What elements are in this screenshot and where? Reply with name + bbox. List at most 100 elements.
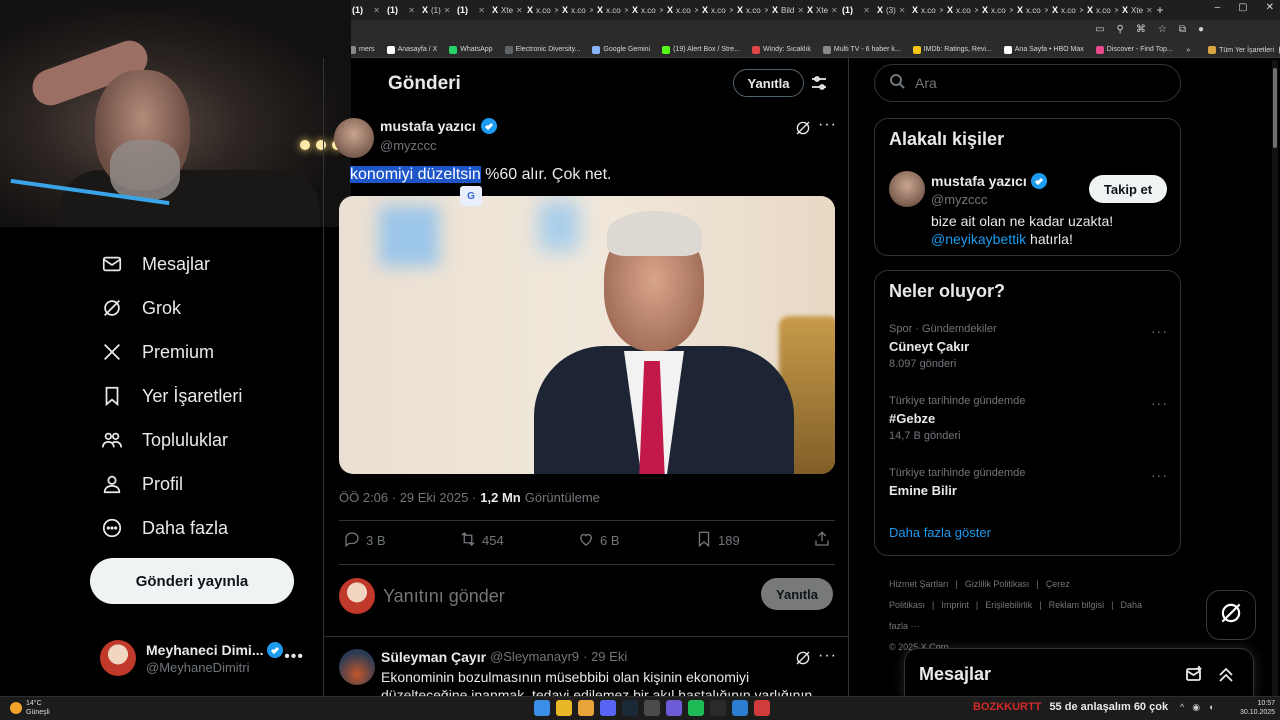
volume-icon[interactable]: ◖ [1208, 702, 1213, 713]
search-box[interactable] [874, 64, 1181, 102]
browser-tab[interactable]: X (1) ✕ [418, 0, 453, 20]
steam-icon[interactable] [622, 700, 638, 716]
bookmark-item[interactable]: Multi TV - 6 haber k... [822, 45, 901, 54]
share-action[interactable] [813, 530, 831, 551]
start-icon[interactable] [534, 700, 550, 716]
page-scrollbar[interactable] [1272, 60, 1278, 696]
tab-close-icon[interactable]: ✕ [516, 6, 523, 15]
follow-button[interactable]: Takip et [1089, 175, 1167, 203]
browser-tab[interactable]: Xx.co ✕ [663, 0, 698, 20]
tab-close-icon[interactable]: ✕ [478, 6, 485, 15]
translate-icon[interactable]: G [460, 186, 482, 206]
grok-floating-button[interactable] [1206, 590, 1256, 640]
network-icon[interactable]: ◉ [1192, 702, 1200, 713]
grok-explain-icon[interactable] [794, 649, 812, 667]
browser-tab[interactable]: Xx.co ✕ [1013, 0, 1048, 20]
bookmark-item[interactable]: Ana Sayfa • HBO Max [1003, 45, 1084, 54]
tab-close-icon[interactable]: ✕ [444, 6, 451, 15]
browser-tab[interactable]: Xx.co ✕ [523, 0, 558, 20]
bookmark-item[interactable]: WhatsApp [449, 45, 493, 54]
chrome-icon[interactable] [556, 700, 572, 716]
weather-widget[interactable]: 14°C Güneşli [10, 699, 50, 717]
show-more-link[interactable]: Daha fazla göster [889, 525, 991, 540]
bookmarks-overflow-button[interactable]: » [1186, 47, 1190, 54]
app-icon[interactable] [644, 700, 660, 716]
account-switcher[interactable]: Meyhaneci Dimi... @MeyhaneDimitri ••• [100, 636, 310, 680]
messages-drawer[interactable]: Mesajlar [904, 648, 1254, 698]
like-action[interactable]: 6 B [577, 530, 620, 551]
bio-link[interactable]: @neyikaybettik [931, 231, 1026, 247]
browser-tab[interactable]: (1) ✕ [383, 0, 418, 20]
post-author-avatar[interactable] [334, 118, 374, 158]
reply-submit-button[interactable]: Yanıtla [761, 578, 833, 610]
browser-tab[interactable]: X Xte ✕ [1118, 0, 1153, 20]
post-author-name-row[interactable]: mustafa yazıcı [380, 118, 497, 134]
browser-tab[interactable]: Xx.co ✕ [908, 0, 943, 20]
footer-link[interactable]: Imprint [941, 600, 969, 610]
app-icon[interactable] [666, 700, 682, 716]
related-person-handle[interactable]: @myzccc [931, 192, 988, 207]
tab-close-icon[interactable]: ✕ [899, 6, 906, 15]
trend-more-button[interactable]: ··· [1151, 395, 1168, 411]
trend-more-button[interactable]: ··· [1151, 323, 1168, 339]
browser-tab[interactable]: X Xte ✕ [803, 0, 838, 20]
browser-tab[interactable]: Xx.co ✕ [1083, 0, 1118, 20]
reply-input[interactable] [383, 586, 733, 607]
reply-more-button[interactable]: ··· [818, 647, 837, 665]
nav-item-grok[interactable]: Grok [100, 296, 181, 320]
bookmark-item[interactable]: Discover - Find Top... [1095, 45, 1173, 54]
reply-pill-button[interactable]: Yanıtla [733, 69, 804, 97]
footer-link[interactable]: Reklam bilgisi [1049, 600, 1105, 610]
spotify-icon[interactable] [688, 700, 704, 716]
post-author-handle[interactable]: @myzccc [380, 138, 497, 153]
clock[interactable]: 10:57 30.10.2025 [1240, 699, 1275, 717]
profile-icon[interactable]: ● [1198, 24, 1204, 35]
maximize-icon[interactable]: ▢ [1238, 2, 1247, 13]
tab-close-icon[interactable]: ✕ [831, 6, 838, 15]
bookmark-item[interactable]: Anasayfa / X [386, 45, 437, 54]
bookmark-action[interactable]: 189 [695, 530, 740, 551]
zoom-icon[interactable]: ⚲ [1117, 24, 1124, 35]
browser-tab[interactable]: Xx.co ✕ [698, 0, 733, 20]
related-person-name-row[interactable]: mustafa yazıcı [931, 173, 1047, 189]
bookmark-item[interactable]: (19) Alert Box / Stre... [662, 45, 740, 54]
extensions-icon[interactable]: ⧉ [1179, 24, 1186, 35]
browser-tab[interactable]: X Xte ✕ [488, 0, 523, 20]
account-more-button[interactable]: ••• [284, 648, 304, 666]
reply-tweet[interactable]: Süleyman Çayır @Sleymanayr9 · 29 Eki ···… [324, 636, 848, 696]
browser-tab[interactable]: Xx.co ✕ [943, 0, 978, 20]
trend-item[interactable]: Türkiye tarihinde gündemde Emine Bilir [889, 467, 1025, 498]
new-message-icon[interactable] [1185, 665, 1203, 683]
browser-tab[interactable]: (1) ✕ [348, 0, 383, 20]
app-icon[interactable] [710, 700, 726, 716]
bookmark-item[interactable]: mers [348, 45, 375, 54]
new-tab-button[interactable]: + [1153, 3, 1167, 17]
browser-tab[interactable]: Xx.co ✕ [628, 0, 663, 20]
nav-item-communities[interactable]: Topluluklar [100, 428, 228, 452]
repost-action[interactable]: 454 [459, 530, 504, 551]
post-image[interactable] [339, 196, 835, 474]
nav-item-messages[interactable]: Mesajlar [100, 252, 210, 276]
translate-icon[interactable]: ⌘ [1136, 24, 1146, 35]
close-icon[interactable]: ✕ [1266, 2, 1274, 13]
reply-author-handle[interactable]: @Sleymanayr9 [490, 649, 579, 665]
trend-item[interactable]: Türkiye tarihinde gündemde #Gebze 14,7 B… [889, 395, 1025, 442]
browser-tab[interactable]: Xx.co ✕ [978, 0, 1013, 20]
post-timestamp[interactable]: ÖÖ 2:06 · 29 Eki 2025 · [339, 490, 476, 505]
browser-tab[interactable]: X Bild ✕ [768, 0, 803, 20]
tab-close-icon[interactable]: ✕ [1146, 6, 1153, 15]
footer-link[interactable]: Gizlilik Politikası [965, 579, 1030, 589]
avatar[interactable] [889, 171, 925, 207]
cast-icon[interactable]: ▭ [1095, 24, 1104, 35]
post-button[interactable]: Gönderi yayınla [90, 558, 294, 604]
browser-tab[interactable]: Xx.co ✕ [593, 0, 628, 20]
browser-tab[interactable]: (1) ✕ [838, 0, 873, 20]
bookmark-item[interactable]: Electronic Diversity... [504, 45, 580, 54]
tab-close-icon[interactable]: ✕ [863, 6, 870, 15]
grok-explain-icon[interactable] [794, 119, 812, 137]
nav-item-bookmarks[interactable]: Yer İşaretleri [100, 384, 242, 408]
bookmark-item[interactable]: Google Gemini [592, 45, 650, 54]
minimize-icon[interactable]: – [1215, 2, 1221, 13]
trend-more-button[interactable]: ··· [1151, 467, 1168, 483]
expand-up-icon[interactable] [1217, 665, 1235, 683]
